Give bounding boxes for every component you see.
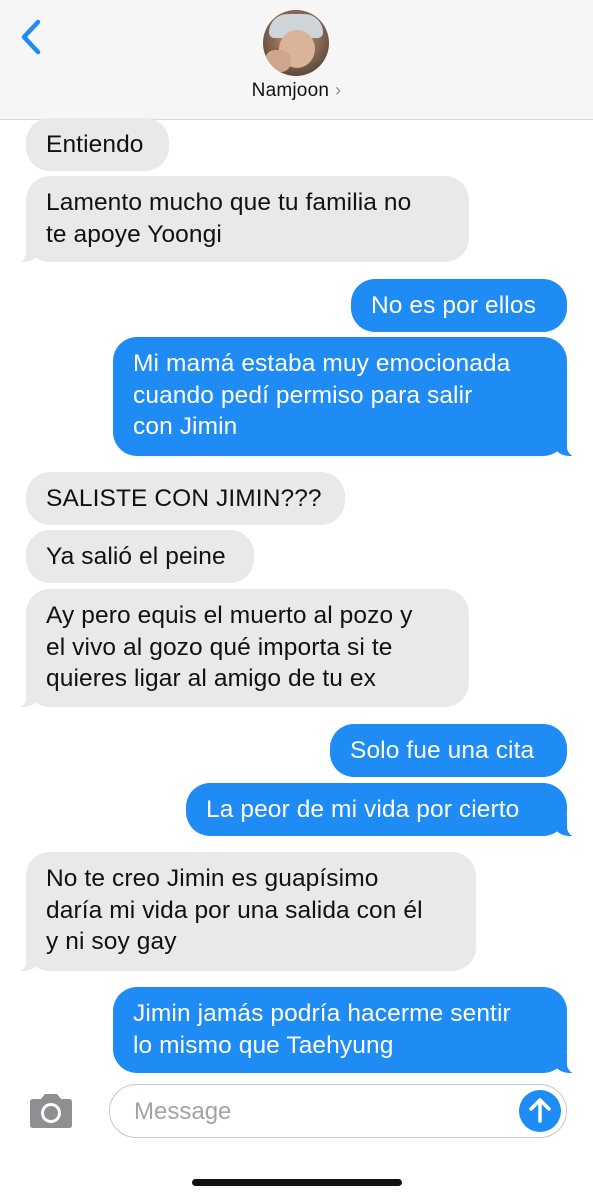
message-input[interactable] xyxy=(132,1095,506,1129)
outgoing-message[interactable]: No es por ellos xyxy=(351,279,567,332)
arrow-up-icon xyxy=(529,1098,551,1123)
outgoing-message[interactable]: Mi mamá estaba muy emocionada cuando ped… xyxy=(113,337,579,457)
chevron-left-icon[interactable] xyxy=(18,18,44,56)
incoming-message[interactable]: Ya salió el peine xyxy=(26,530,254,583)
outgoing-message[interactable]: Jimin jamás podría hacerme sentir lo mis… xyxy=(113,987,579,1074)
incoming-message[interactable]: Ay pero equis el muerto al pozo y el viv… xyxy=(14,589,469,708)
message-composer[interactable] xyxy=(109,1084,567,1138)
send-button[interactable] xyxy=(519,1090,561,1132)
avatar[interactable] xyxy=(263,10,329,76)
avatar-hand xyxy=(265,50,291,72)
contact-name: Namjoon xyxy=(251,80,330,101)
camera-icon[interactable] xyxy=(26,1092,76,1130)
home-indicator xyxy=(192,1179,402,1186)
conversation-header: Namjoon › xyxy=(0,0,593,120)
chevron-right-icon: › xyxy=(335,80,342,100)
outgoing-message[interactable]: La peor de mi vida por cierto xyxy=(186,783,579,837)
incoming-message[interactable]: Entiendo xyxy=(26,118,169,171)
incoming-message[interactable]: Lamento mucho que tu familia no te apoye… xyxy=(14,176,469,263)
outgoing-message[interactable]: Solo fue una cita xyxy=(330,724,567,777)
incoming-message[interactable]: SALISTE CON JIMIN??? xyxy=(26,472,345,525)
incoming-message[interactable]: No te creo Jimin es guapísimo daría mi v… xyxy=(14,852,476,972)
contact-name-button[interactable]: Namjoon › xyxy=(0,80,593,102)
